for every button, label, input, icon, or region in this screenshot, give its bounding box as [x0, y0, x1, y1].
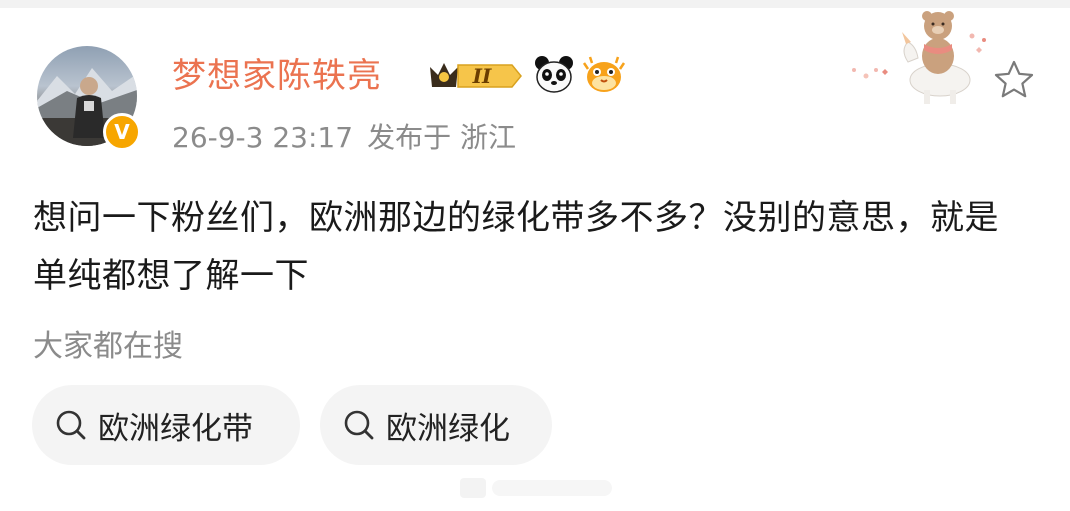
post-meta: 26-9-3 23:17 发布于 浙江 [172, 118, 530, 158]
favorite-star-icon[interactable] [992, 58, 1036, 102]
bear-unicorn-decoration-icon [852, 11, 986, 104]
panda-icon[interactable] [533, 54, 575, 96]
search-chip[interactable]: 欧洲绿化 [320, 385, 552, 465]
search-icon [344, 410, 374, 440]
search-chip[interactable]: 欧洲绿化带 [32, 385, 300, 465]
svg-text:II: II [472, 64, 492, 88]
top-divider [0, 0, 1070, 8]
hot-search-title: 大家都在搜 [33, 329, 183, 364]
search-chip-label: 欧洲绿化带 [98, 410, 253, 447]
crown-vip-badge-icon[interactable]: II [424, 57, 524, 95]
verified-badge-icon: V [103, 113, 141, 151]
post-location: 发布于 浙江 [367, 121, 516, 154]
post-text: 想问一下粉丝们，欧洲那边的绿化带多不多？没别的意思，就是单纯都想了解一下 [33, 198, 999, 296]
search-chip-label: 欧洲绿化 [386, 410, 510, 447]
author-name[interactable]: 梦想家陈轶亮 [172, 56, 382, 96]
post-datetime: 26-9-3 23:17 [172, 121, 354, 154]
pufferfish-icon[interactable] [582, 55, 626, 97]
watermark-decoration [460, 478, 612, 498]
search-icon [56, 410, 86, 440]
